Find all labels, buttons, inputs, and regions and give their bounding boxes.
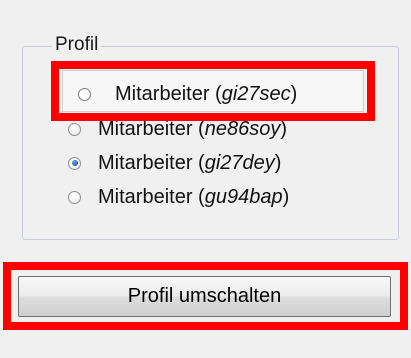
profile-option-gi27sec[interactable]: Mitarbeiter (gi27sec) [70, 79, 297, 109]
radio-button-selected-icon[interactable] [68, 156, 81, 170]
profile-option-gi27dey[interactable]: Mitarbeiter (gi27dey) [68, 148, 281, 178]
radio-button-icon[interactable] [68, 122, 81, 136]
profile-option-label: Mitarbeiter (gi27sec) [115, 82, 298, 105]
profile-option-gu94bap[interactable]: Mitarbeiter (gu94bap) [68, 182, 289, 212]
profile-option-label: Mitarbeiter (gi27dey) [98, 151, 282, 174]
profile-option-ne86soy[interactable]: Mitarbeiter (ne86soy) [68, 114, 287, 144]
profile-option-label: Mitarbeiter (ne86soy) [98, 117, 287, 140]
profile-option-label: Mitarbeiter (gu94bap) [98, 185, 290, 208]
radio-button-icon[interactable] [68, 190, 81, 204]
profile-group-legend: Profil [52, 34, 102, 56]
radio-button-icon[interactable] [78, 87, 91, 101]
switch-profile-button[interactable]: Profil umschalten [18, 276, 391, 317]
